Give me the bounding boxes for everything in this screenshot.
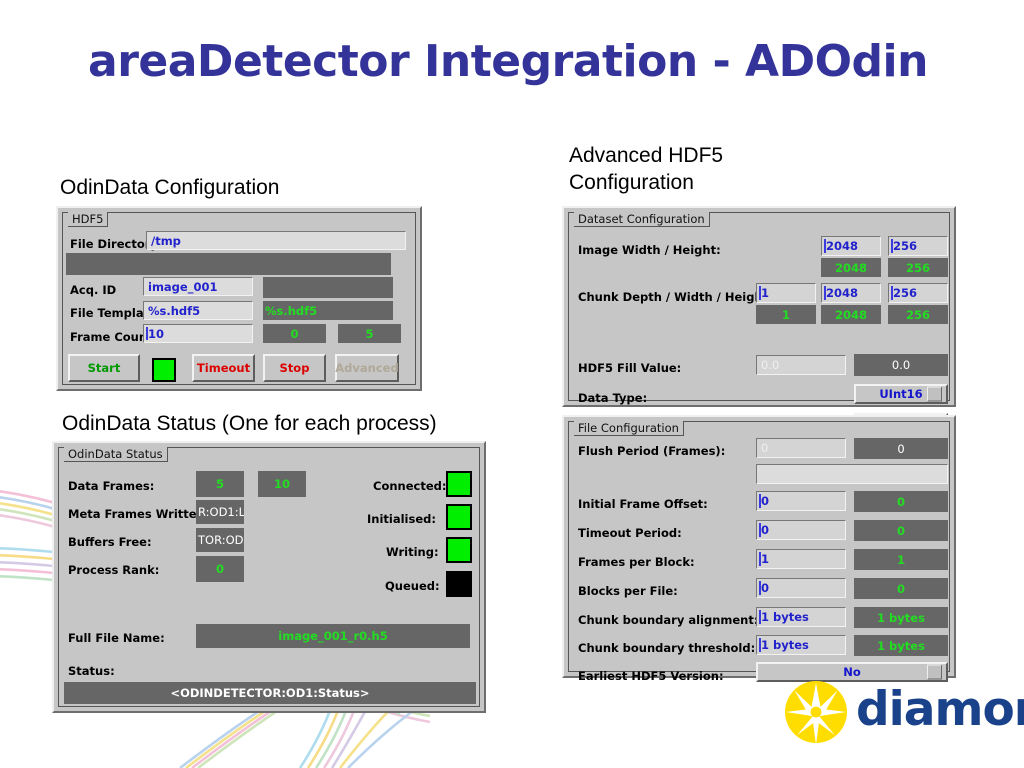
- diamond-sunburst-icon: [785, 681, 847, 746]
- initialised-led: [446, 504, 472, 530]
- chunk-depth-input[interactable]: 1: [756, 283, 816, 303]
- caption-advanced-hdf5-line1: Advanced HDF5: [569, 144, 724, 167]
- buffers-free-value: TOR:OD1:: [196, 528, 244, 552]
- status-value: <ODINDETECTOR:OD1:Status>: [64, 682, 476, 704]
- status-label: Status:: [68, 664, 115, 678]
- initial-frame-offset-input[interactable]: 0: [756, 491, 846, 511]
- data-frames-label: Data Frames:: [68, 479, 155, 493]
- caption-advanced-hdf5-line2: Configuration: [569, 170, 694, 194]
- data-type-menu[interactable]: UInt16: [854, 384, 948, 404]
- dataset-configuration-panel: Dataset Configuration Image Width / Heig…: [562, 206, 956, 433]
- diamond-wordmark: diamond: [856, 682, 1024, 737]
- frame-count-label: Frame Count: [70, 330, 153, 344]
- chunk-boundary-alignment-readback: 1 bytes: [854, 607, 948, 628]
- timeout-period-label: Timeout Period:: [578, 526, 682, 540]
- data-type-selected-value: UInt16: [879, 387, 923, 401]
- hdf5-fill-value-input[interactable]: 0.0: [756, 355, 846, 375]
- frame-count-readback-b: 5: [338, 324, 401, 343]
- chevron-down-icon: [927, 386, 942, 402]
- data-frames-value-a: 5: [196, 471, 244, 497]
- frames-per-block-label: Frames per Block:: [578, 555, 695, 569]
- hdf5-configuration-panel: HDF5 File Directory /tmp Acq. ID image_0…: [56, 206, 468, 475]
- image-width-input[interactable]: 2048: [821, 236, 881, 256]
- chunk-width-readback: 2048: [821, 305, 881, 324]
- hdf5-fill-value-readback: 0.0: [854, 354, 948, 376]
- odindata-status-panel: OdinData Status Data Frames: 5 10 Meta F…: [52, 441, 486, 713]
- connected-label: Connected:: [373, 479, 447, 493]
- writing-led: [446, 537, 472, 563]
- advanced-button[interactable]: Advanced: [335, 354, 399, 382]
- connected-led: [446, 471, 472, 497]
- buffers-free-label: Buffers Free:: [68, 535, 152, 549]
- caption-odindata-configuration: OdinData Configuration: [60, 176, 280, 199]
- file-template-readback: %s.hdf5: [263, 301, 393, 320]
- process-rank-value: 0: [196, 556, 244, 582]
- timeout-period-input[interactable]: 0: [756, 520, 846, 540]
- odindata-status-group-title: OdinData Status: [64, 447, 168, 462]
- image-height-readback: 256: [888, 258, 948, 277]
- chunk-height-input[interactable]: 256: [888, 283, 948, 303]
- caption-advanced-hdf5-configuration: Advanced HDF5 Configuration: [569, 143, 723, 197]
- image-width-height-label: Image Width / Height:: [578, 243, 721, 257]
- frames-per-block-input[interactable]: 1: [756, 549, 846, 569]
- acquire-running-led: [152, 358, 176, 382]
- frame-count-readback-a: 0: [263, 324, 326, 343]
- process-rank-label: Process Rank:: [68, 563, 160, 577]
- initial-frame-offset-readback: 0: [854, 491, 948, 512]
- meta-frames-written-label: Meta Frames Written:: [68, 507, 210, 521]
- full-file-name-value: image_001_r0.h5: [196, 624, 470, 648]
- hdf5-fill-value-label: HDF5 Fill Value:: [578, 361, 682, 375]
- file-path-readback: [66, 253, 391, 275]
- timeout-button[interactable]: Timeout: [192, 354, 255, 382]
- start-button[interactable]: Start: [68, 354, 140, 382]
- image-height-input[interactable]: 256: [888, 236, 948, 256]
- queued-label: Queued:: [385, 579, 440, 593]
- chunk-width-input[interactable]: 2048: [821, 283, 881, 303]
- page-title: areaDetector Integration - ADOdin: [88, 36, 928, 87]
- earliest-hdf5-version-label: Earliest HDF5 Version:: [578, 669, 724, 683]
- file-configuration-panel: File Configuration Flush Period (Frames)…: [562, 415, 956, 682]
- initial-frame-offset-label: Initial Frame Offset:: [578, 497, 708, 511]
- frames-per-block-readback: 1: [854, 549, 948, 570]
- chunk-depth-width-height-label: Chunk Depth / Width / Height:: [578, 290, 773, 304]
- blocks-per-file-label: Blocks per File:: [578, 584, 678, 598]
- file-template-input[interactable]: %s.hdf5: [143, 301, 253, 320]
- caption-odindata-status: OdinData Status (One for each process): [62, 412, 437, 435]
- meta-frames-written-value: R:OD1:La: [196, 500, 244, 524]
- chunk-boundary-threshold-readback: 1 bytes: [854, 635, 948, 656]
- flush-period-input[interactable]: 0: [756, 438, 846, 458]
- acq-id-input[interactable]: image_001: [143, 277, 253, 296]
- chunk-boundary-threshold-label: Chunk boundary threshold:: [578, 641, 756, 655]
- flush-period-secondary-field[interactable]: [756, 464, 948, 484]
- initialised-label: Initialised:: [367, 512, 436, 526]
- chunk-boundary-alignment-label: Chunk boundary alignment:: [578, 613, 759, 627]
- file-directory-input[interactable]: /tmp: [146, 231, 406, 250]
- acq-id-readback: [263, 277, 393, 298]
- chunk-height-readback: 256: [888, 305, 948, 324]
- hdf5-group-title: HDF5: [68, 212, 109, 227]
- chunk-depth-readback: 1: [756, 305, 816, 324]
- file-configuration-group-title: File Configuration: [574, 421, 684, 436]
- chunk-boundary-alignment-input[interactable]: 1 bytes: [756, 607, 846, 627]
- acq-id-label: Acq. ID: [70, 283, 117, 297]
- data-type-label: Data Type:: [578, 391, 648, 405]
- timeout-period-readback: 0: [854, 520, 948, 541]
- image-width-readback: 2048: [821, 258, 881, 277]
- chunk-boundary-threshold-input[interactable]: 1 bytes: [756, 635, 846, 655]
- flush-period-label: Flush Period (Frames):: [578, 444, 726, 458]
- dataset-configuration-group-title: Dataset Configuration: [574, 212, 710, 227]
- queued-led: [446, 571, 472, 597]
- blocks-per-file-input[interactable]: 0: [756, 578, 846, 598]
- file-directory-label: File Directory: [70, 237, 158, 251]
- diamond-logo: diamond: [780, 676, 1024, 748]
- full-file-name-label: Full File Name:: [68, 631, 165, 645]
- frame-count-input[interactable]: 10: [143, 324, 253, 343]
- stop-button[interactable]: Stop: [263, 354, 326, 382]
- blocks-per-file-readback: 0: [854, 578, 948, 599]
- writing-label: Writing:: [386, 545, 439, 559]
- flush-period-readback: 0: [854, 438, 948, 459]
- data-frames-value-b: 10: [258, 471, 306, 497]
